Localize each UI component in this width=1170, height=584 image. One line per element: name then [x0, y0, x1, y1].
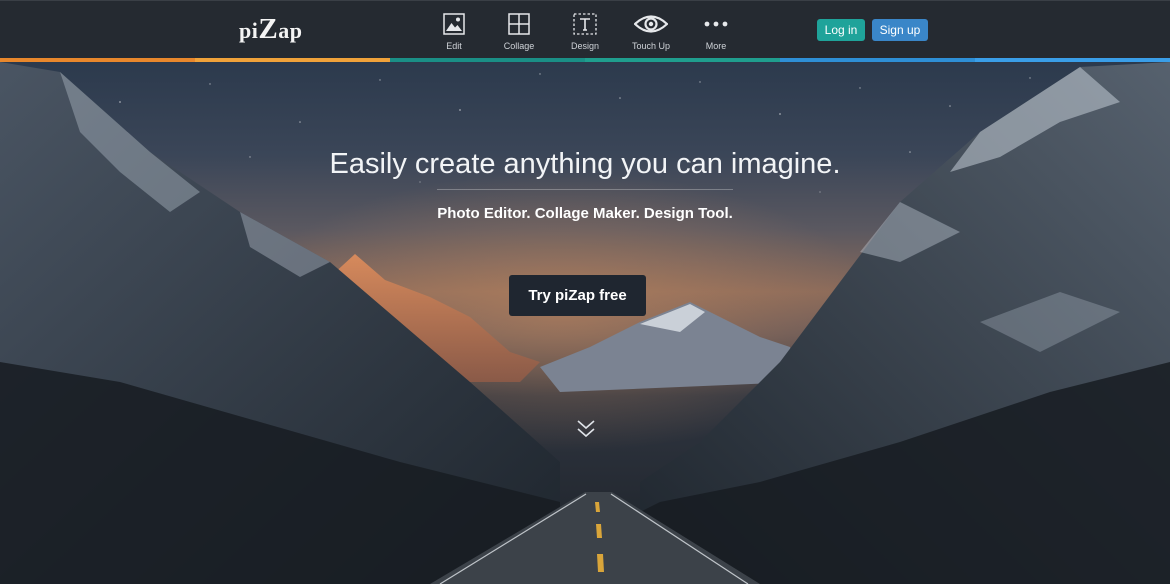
color-stripe — [0, 58, 1170, 62]
nav-item-more[interactable]: More — [686, 13, 746, 57]
logo-prefix: pi — [239, 18, 259, 43]
nav-label-edit: Edit — [446, 41, 462, 51]
double-chevron-down-icon[interactable] — [576, 418, 596, 440]
signup-button[interactable]: Sign up — [872, 19, 928, 41]
logo-letter-z: Z — [258, 13, 279, 45]
hero-section: Easily create anything you can imagine. … — [0, 62, 1170, 584]
headline-divider — [437, 189, 733, 190]
pizap-logo[interactable]: piZap — [239, 13, 302, 46]
logo-suffix: ap — [278, 18, 303, 43]
nav-item-design[interactable]: Design — [555, 13, 615, 57]
image-icon — [443, 13, 465, 35]
login-button[interactable]: Log in — [817, 19, 865, 41]
stripe-segment — [390, 58, 585, 62]
nav-item-touch-up[interactable]: Touch Up — [621, 13, 681, 57]
stripe-segment — [0, 58, 195, 62]
nav-label-design: Design — [570, 41, 599, 51]
stripe-segment — [780, 58, 975, 62]
stripe-segment — [975, 58, 1170, 62]
try-free-button[interactable]: Try piZap free — [509, 275, 646, 316]
nav-item-collage[interactable]: Collage — [489, 13, 549, 57]
mountain-road-background — [0, 62, 1170, 584]
stripe-segment — [195, 58, 390, 62]
hero-subheadline: Photo Editor. Collage Maker. Design Tool… — [437, 205, 733, 222]
hero-headline: Easily create anything you can imagine. — [329, 148, 841, 180]
nav-label-collage: Collage — [503, 41, 535, 51]
more-dots-icon — [704, 21, 728, 27]
stripe-segment — [585, 58, 780, 62]
collage-grid-icon — [508, 13, 530, 35]
text-frame-icon — [573, 13, 597, 35]
eye-icon — [634, 15, 668, 33]
nav-label-touch-up: Touch Up — [631, 41, 671, 51]
top-navigation-bar: piZap Edit Collage Design Touch Up More … — [0, 0, 1170, 58]
nav-label-more: More — [705, 41, 727, 51]
nav-item-edit[interactable]: Edit — [424, 13, 484, 57]
